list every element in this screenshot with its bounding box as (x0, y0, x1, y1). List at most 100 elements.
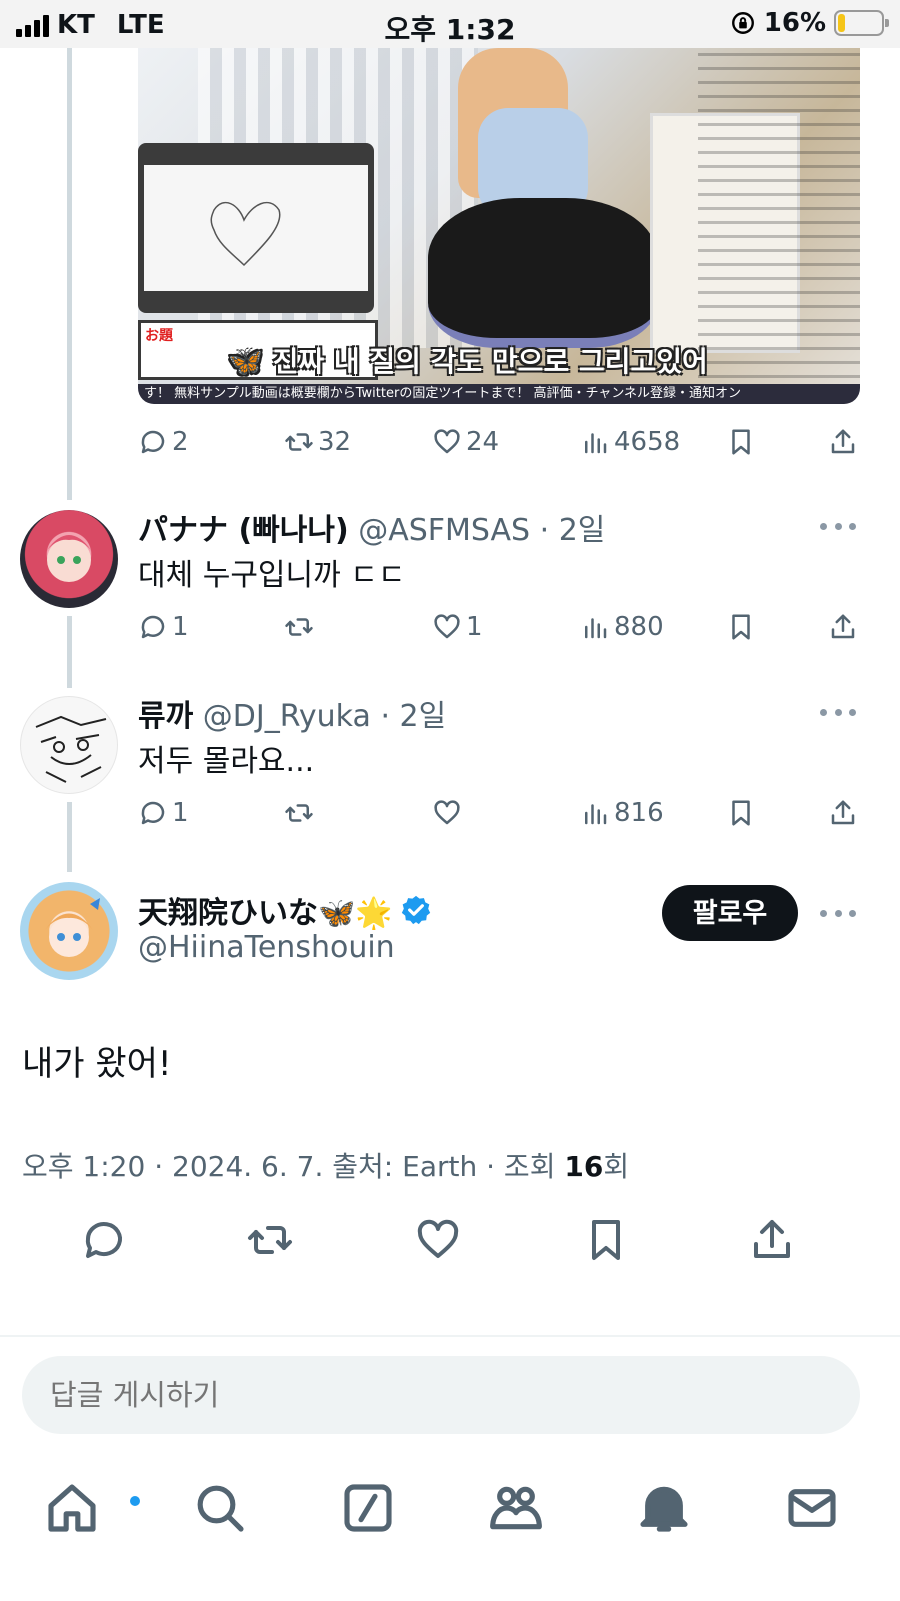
author-name-text: 天翔院ひいな🦋🌟 (138, 896, 393, 931)
reply-input[interactable] (22, 1356, 860, 1434)
views-button[interactable]: 816 (580, 791, 664, 835)
reply-button[interactable]: 1 (138, 605, 189, 649)
nav-home[interactable] (44, 1480, 142, 1544)
views-icon (585, 804, 607, 825)
heart-icon (434, 800, 460, 825)
bottom-navigation (0, 1460, 900, 1601)
battery-fill (838, 14, 845, 32)
like-button[interactable] (414, 1216, 466, 1268)
post-view-suffix: 회 (603, 1150, 630, 1183)
status-bar: KT LTE 오후 1:32 16% (0, 0, 900, 48)
heart-icon (417, 1219, 459, 1258)
home-notification-dot (128, 1494, 142, 1508)
sketch-drawing (210, 201, 281, 267)
views-button[interactable]: 880 (580, 605, 664, 649)
like-button[interactable]: 24 (432, 420, 499, 464)
bookmark-icon (592, 1220, 620, 1260)
avatar[interactable] (20, 696, 118, 794)
views-count: 816 (614, 798, 664, 828)
reply-header: パナナ (빠나나) @ASFMSAS · 2일 (138, 505, 606, 548)
author-name[interactable]: 류까 (138, 699, 193, 734)
repost-count: 32 (318, 427, 352, 457)
reply-header: 류까 @DJ_Ryuka · 2일 (138, 691, 446, 734)
bookmark-button[interactable] (582, 1216, 634, 1268)
reply-text: 저두 몰라요... (138, 744, 315, 779)
more-options-button[interactable] (820, 907, 856, 919)
reply-button[interactable] (80, 1216, 132, 1268)
like-count: 1 (466, 612, 483, 642)
video-caption: 🦋 진짜 내 질의 각도 만으로 그리고있어 (228, 345, 708, 378)
repost-icon (285, 433, 313, 451)
post-media-image[interactable]: お題 🦋 진짜 내 질의 각도 만으로 그리고있어 す！ 無料サンプル動画は概要… (138, 48, 860, 404)
post-view-count: 16 (564, 1150, 604, 1183)
post-action-bar: 1 816 (138, 791, 860, 835)
reply-button[interactable]: 2 (138, 420, 189, 464)
share-icon (754, 1220, 790, 1258)
drawing-board (138, 143, 374, 313)
avatar[interactable] (20, 510, 118, 608)
repost-icon (285, 804, 313, 822)
repost-button[interactable] (284, 791, 318, 835)
reply-button[interactable]: 1 (138, 791, 189, 835)
reply-count: 2 (172, 427, 189, 457)
author-handle[interactable]: @ASFMSAS (358, 513, 530, 548)
reply-icon (141, 615, 165, 639)
views-count: 880 (614, 612, 664, 642)
post-action-bar: 1 1 880 (138, 605, 860, 649)
author-name[interactable]: 天翔院ひいな🦋🌟 (138, 888, 433, 932)
author-handle[interactable]: @HiinaTenshouin (138, 930, 395, 965)
search-icon (197, 1485, 244, 1532)
thread-line (67, 802, 72, 872)
author-handle[interactable]: @DJ_Ryuka (203, 699, 371, 734)
repost-icon (248, 1226, 292, 1254)
reply-icon (141, 801, 165, 825)
nav-notifications[interactable] (636, 1480, 700, 1544)
share-icon (831, 614, 855, 639)
stream-chat (698, 48, 860, 378)
reply-icon (85, 1222, 122, 1258)
nav-grok[interactable] (340, 1480, 404, 1544)
bookmark-button[interactable] (726, 420, 756, 464)
thread-line (67, 616, 72, 688)
reply-text: 대체 누구입니까 ㄷㄷ (138, 558, 406, 593)
repost-button[interactable] (284, 605, 318, 649)
share-button[interactable] (828, 791, 858, 835)
avatar[interactable] (20, 882, 118, 980)
like-button[interactable]: 1 (432, 605, 483, 649)
bookmark-button[interactable] (726, 605, 756, 649)
more-options-button[interactable] (820, 520, 856, 532)
post-meta: 오후 1:20 · 2024. 6. 7. 출처: Earth · 조회 16회 (22, 1145, 629, 1185)
nav-messages[interactable] (784, 1480, 848, 1544)
like-button[interactable] (432, 791, 466, 835)
topic-label: お題 (145, 328, 173, 344)
share-button[interactable] (748, 1216, 800, 1268)
bookmark-icon (732, 800, 750, 826)
nav-communities[interactable] (488, 1480, 552, 1544)
share-icon (831, 429, 855, 454)
battery-icon (834, 10, 889, 36)
nav-search[interactable] (192, 1480, 256, 1544)
grok-icon (344, 1484, 392, 1532)
post-action-bar: 2 32 24 4658 (138, 420, 860, 464)
repost-button[interactable] (246, 1216, 298, 1268)
reply-icon (141, 430, 165, 454)
views-icon (585, 433, 607, 454)
verified-badge-icon (401, 895, 430, 925)
follow-button[interactable]: 팔로우 (662, 885, 798, 941)
video-ticker: す！ 無料サンプル動画は概要欄からTwitterの固定ツイートまで！ 高評価・チ… (138, 384, 860, 404)
status-right: 16% (730, 8, 889, 38)
repost-button[interactable]: 32 (284, 420, 351, 464)
bookmark-button[interactable] (726, 791, 756, 835)
share-icon (831, 800, 855, 825)
share-button[interactable] (828, 605, 858, 649)
post-time: · 2일 (539, 513, 606, 548)
reply-count: 1 (172, 798, 189, 828)
more-options-button[interactable] (820, 706, 856, 718)
author-name[interactable]: パナナ (빠나나) (138, 513, 349, 548)
like-count: 24 (466, 427, 500, 457)
repost-icon (285, 618, 313, 636)
share-button[interactable] (828, 420, 858, 464)
rotation-lock-icon (731, 12, 754, 34)
views-button[interactable]: 4658 (580, 420, 680, 464)
notifications-icon (640, 1486, 688, 1532)
